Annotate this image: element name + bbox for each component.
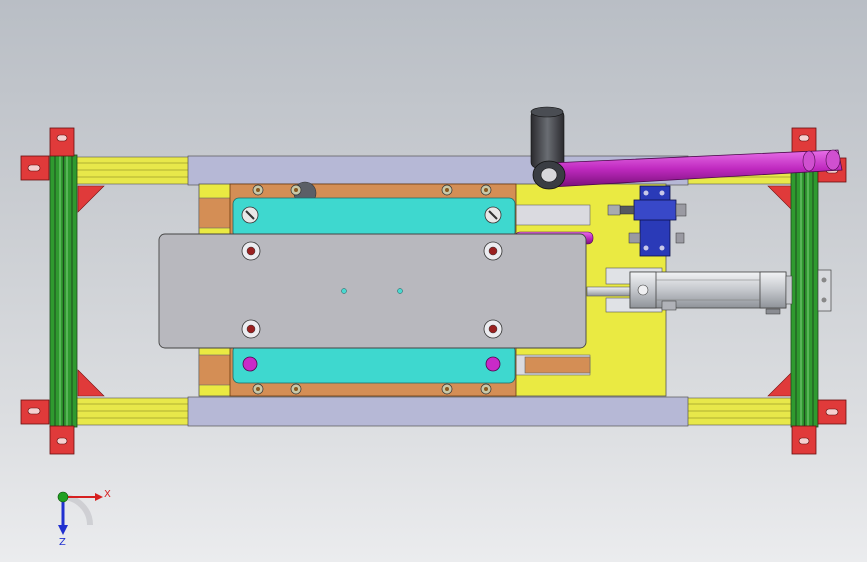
- platen-top: [232, 197, 516, 239]
- axis-triad: X Z: [57, 489, 111, 548]
- axis-x-label: X: [104, 489, 111, 500]
- cad-viewport[interactable]: X Z: [0, 0, 867, 562]
- bottom-beam: [187, 396, 689, 427]
- right-profile: [790, 154, 819, 428]
- platen-bottom: [232, 344, 516, 384]
- assembly-drawing: X Z: [20, 106, 847, 548]
- left-profile: [49, 154, 78, 428]
- axis-z-label: Z: [59, 537, 66, 548]
- top-plate: [158, 233, 587, 349]
